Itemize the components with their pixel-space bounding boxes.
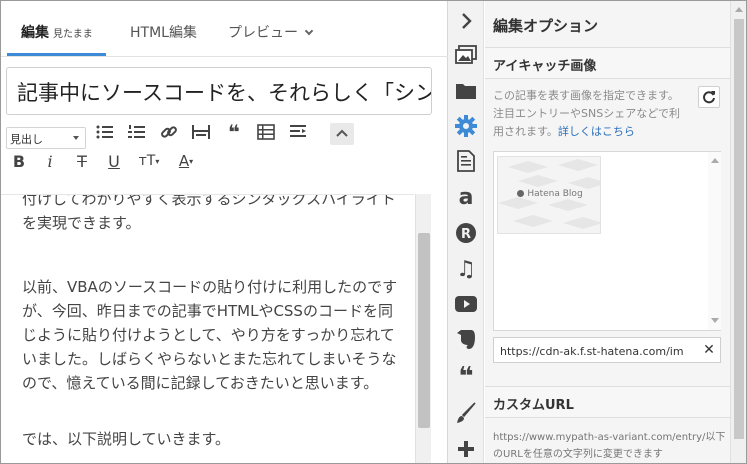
refresh-button[interactable] [698, 86, 720, 108]
bold-icon[interactable]: B [8, 150, 30, 172]
youtube-icon[interactable] [454, 292, 478, 316]
editor-tabs: 編集 見たまま HTML編集 プレビュー [1, 1, 448, 57]
chevron-right-icon[interactable] [454, 9, 478, 33]
app-window: 編集見たまま HTML編集 プレビュー 見出し [0, 0, 747, 464]
numbered-list-icon[interactable] [126, 121, 148, 143]
refresh-icon [703, 91, 715, 104]
tab-html[interactable]: HTML編集 [130, 22, 197, 52]
editor-scroll-thumb[interactable] [418, 233, 430, 428]
format-toolbar: 見出し ❝ B i T U тТ ▾ A ▾ [1, 119, 448, 191]
eyecatch-image-list: Hatena Blog [493, 151, 721, 331]
tab-wysiwyg-sub: 見たまま [53, 29, 93, 40]
tab-preview-label: プレビュー [228, 25, 298, 41]
brush-icon[interactable] [454, 401, 478, 425]
tab-wysiwyg[interactable]: 編集 見たまま [21, 22, 93, 52]
underline-icon[interactable]: U [103, 150, 125, 172]
eyecatch-description: この記事を表す画像を指定できます。注目エントリーやSNSシェアなどで利用されます… [493, 87, 689, 141]
scroll-up-arrow[interactable] [711, 158, 719, 163]
text-color-icon[interactable]: A ▾ [173, 150, 199, 172]
eyecatch-url-row: ✕ [493, 337, 721, 363]
chevron-up-icon [336, 129, 348, 137]
thumbnail-label: Hatena Blog [498, 189, 600, 199]
eyecatch-heading: アイキャッチ画像 [493, 59, 597, 74]
document-icon[interactable] [454, 149, 478, 173]
plus-icon[interactable] [454, 437, 478, 461]
editor-scrollbar[interactable] [415, 194, 431, 463]
custom-url-section-header[interactable]: カスタムURL [485, 386, 730, 418]
eyecatch-thumbnail[interactable]: Hatena Blog [497, 156, 601, 234]
panel-scroll-thumb[interactable] [734, 19, 744, 439]
folder-icon[interactable] [454, 79, 478, 103]
eyecatch-url-input[interactable] [500, 342, 684, 360]
evernote-icon[interactable] [454, 327, 478, 351]
svg-text:R: R [461, 227, 471, 242]
paragraph-format-icon[interactable] [287, 121, 309, 143]
chevron-down-icon [304, 26, 314, 36]
eyecatch-help-link[interactable]: 詳しくはこちら [558, 125, 635, 138]
panel-title: 編集オプション [493, 17, 599, 35]
tab-wysiwyg-label: 編集 [21, 25, 49, 41]
tab-html-label: HTML編集 [130, 25, 197, 41]
toolbar-collapse-button[interactable] [330, 123, 354, 145]
music-icon[interactable]: ♫ [454, 257, 478, 282]
edit-options-panel: 編集オプション アイキャッチ画像 この記事を表す画像を指定できます。注目エントリ… [485, 1, 730, 463]
paragraph: 付けしてわかりやすく表示するシンタックスハイライトを実現できます。 [22, 194, 396, 232]
editor-pane: 編集見たまま HTML編集 プレビュー 見出し [1, 1, 448, 463]
editor-content[interactable]: 付けしてわかりやすく表示するシンタックスハイライトを実現できます。 以前、VBA… [1, 194, 414, 463]
quote-icon[interactable]: ❝ [223, 120, 245, 144]
paragraph: 以前、VBAのソースコードの貼り付けに利用したのですが、今回、昨日までの記事でH… [22, 278, 398, 392]
heading-select[interactable]: 見出し [6, 127, 86, 149]
tab-preview[interactable]: プレビュー [228, 22, 314, 52]
paragraph: では、以下説明していきます。 [22, 430, 231, 448]
image-list-scrollbar[interactable] [708, 152, 721, 330]
strikethrough-icon[interactable]: T [71, 150, 93, 172]
eyecatch-section-header[interactable]: アイキャッチ画像 [485, 47, 730, 79]
custom-url-input[interactable] [493, 429, 727, 463]
image-icon[interactable] [454, 43, 478, 67]
side-icon-bar: a R ♫ ❝ [448, 1, 484, 463]
amazon-icon[interactable]: a [454, 185, 478, 210]
title-input[interactable] [17, 74, 431, 110]
more-divider-icon[interactable] [190, 121, 212, 143]
scroll-down-arrow[interactable] [711, 318, 719, 323]
heading-select-value: 見出し [10, 133, 43, 146]
quote-icon[interactable]: ❝ [454, 364, 478, 390]
panel-scrollbar[interactable] [730, 1, 746, 463]
gear-icon[interactable] [454, 114, 478, 138]
rakuten-icon[interactable]: R [454, 221, 478, 245]
table-icon[interactable] [255, 121, 277, 143]
active-tab-indicator [7, 53, 106, 56]
caret-down-icon [73, 136, 79, 140]
bullet-list-icon[interactable] [94, 121, 116, 143]
thumbnail-label-text: Hatena Blog [527, 189, 583, 199]
scroll-up-arrow[interactable] [735, 7, 743, 12]
title-field-wrapper [6, 67, 432, 115]
italic-icon[interactable]: i [39, 150, 61, 172]
clear-url-button[interactable]: ✕ [700, 340, 718, 360]
custom-url-heading: カスタムURL [493, 398, 574, 413]
link-icon[interactable] [158, 121, 180, 143]
font-size-icon[interactable]: тТ ▾ [136, 150, 162, 172]
